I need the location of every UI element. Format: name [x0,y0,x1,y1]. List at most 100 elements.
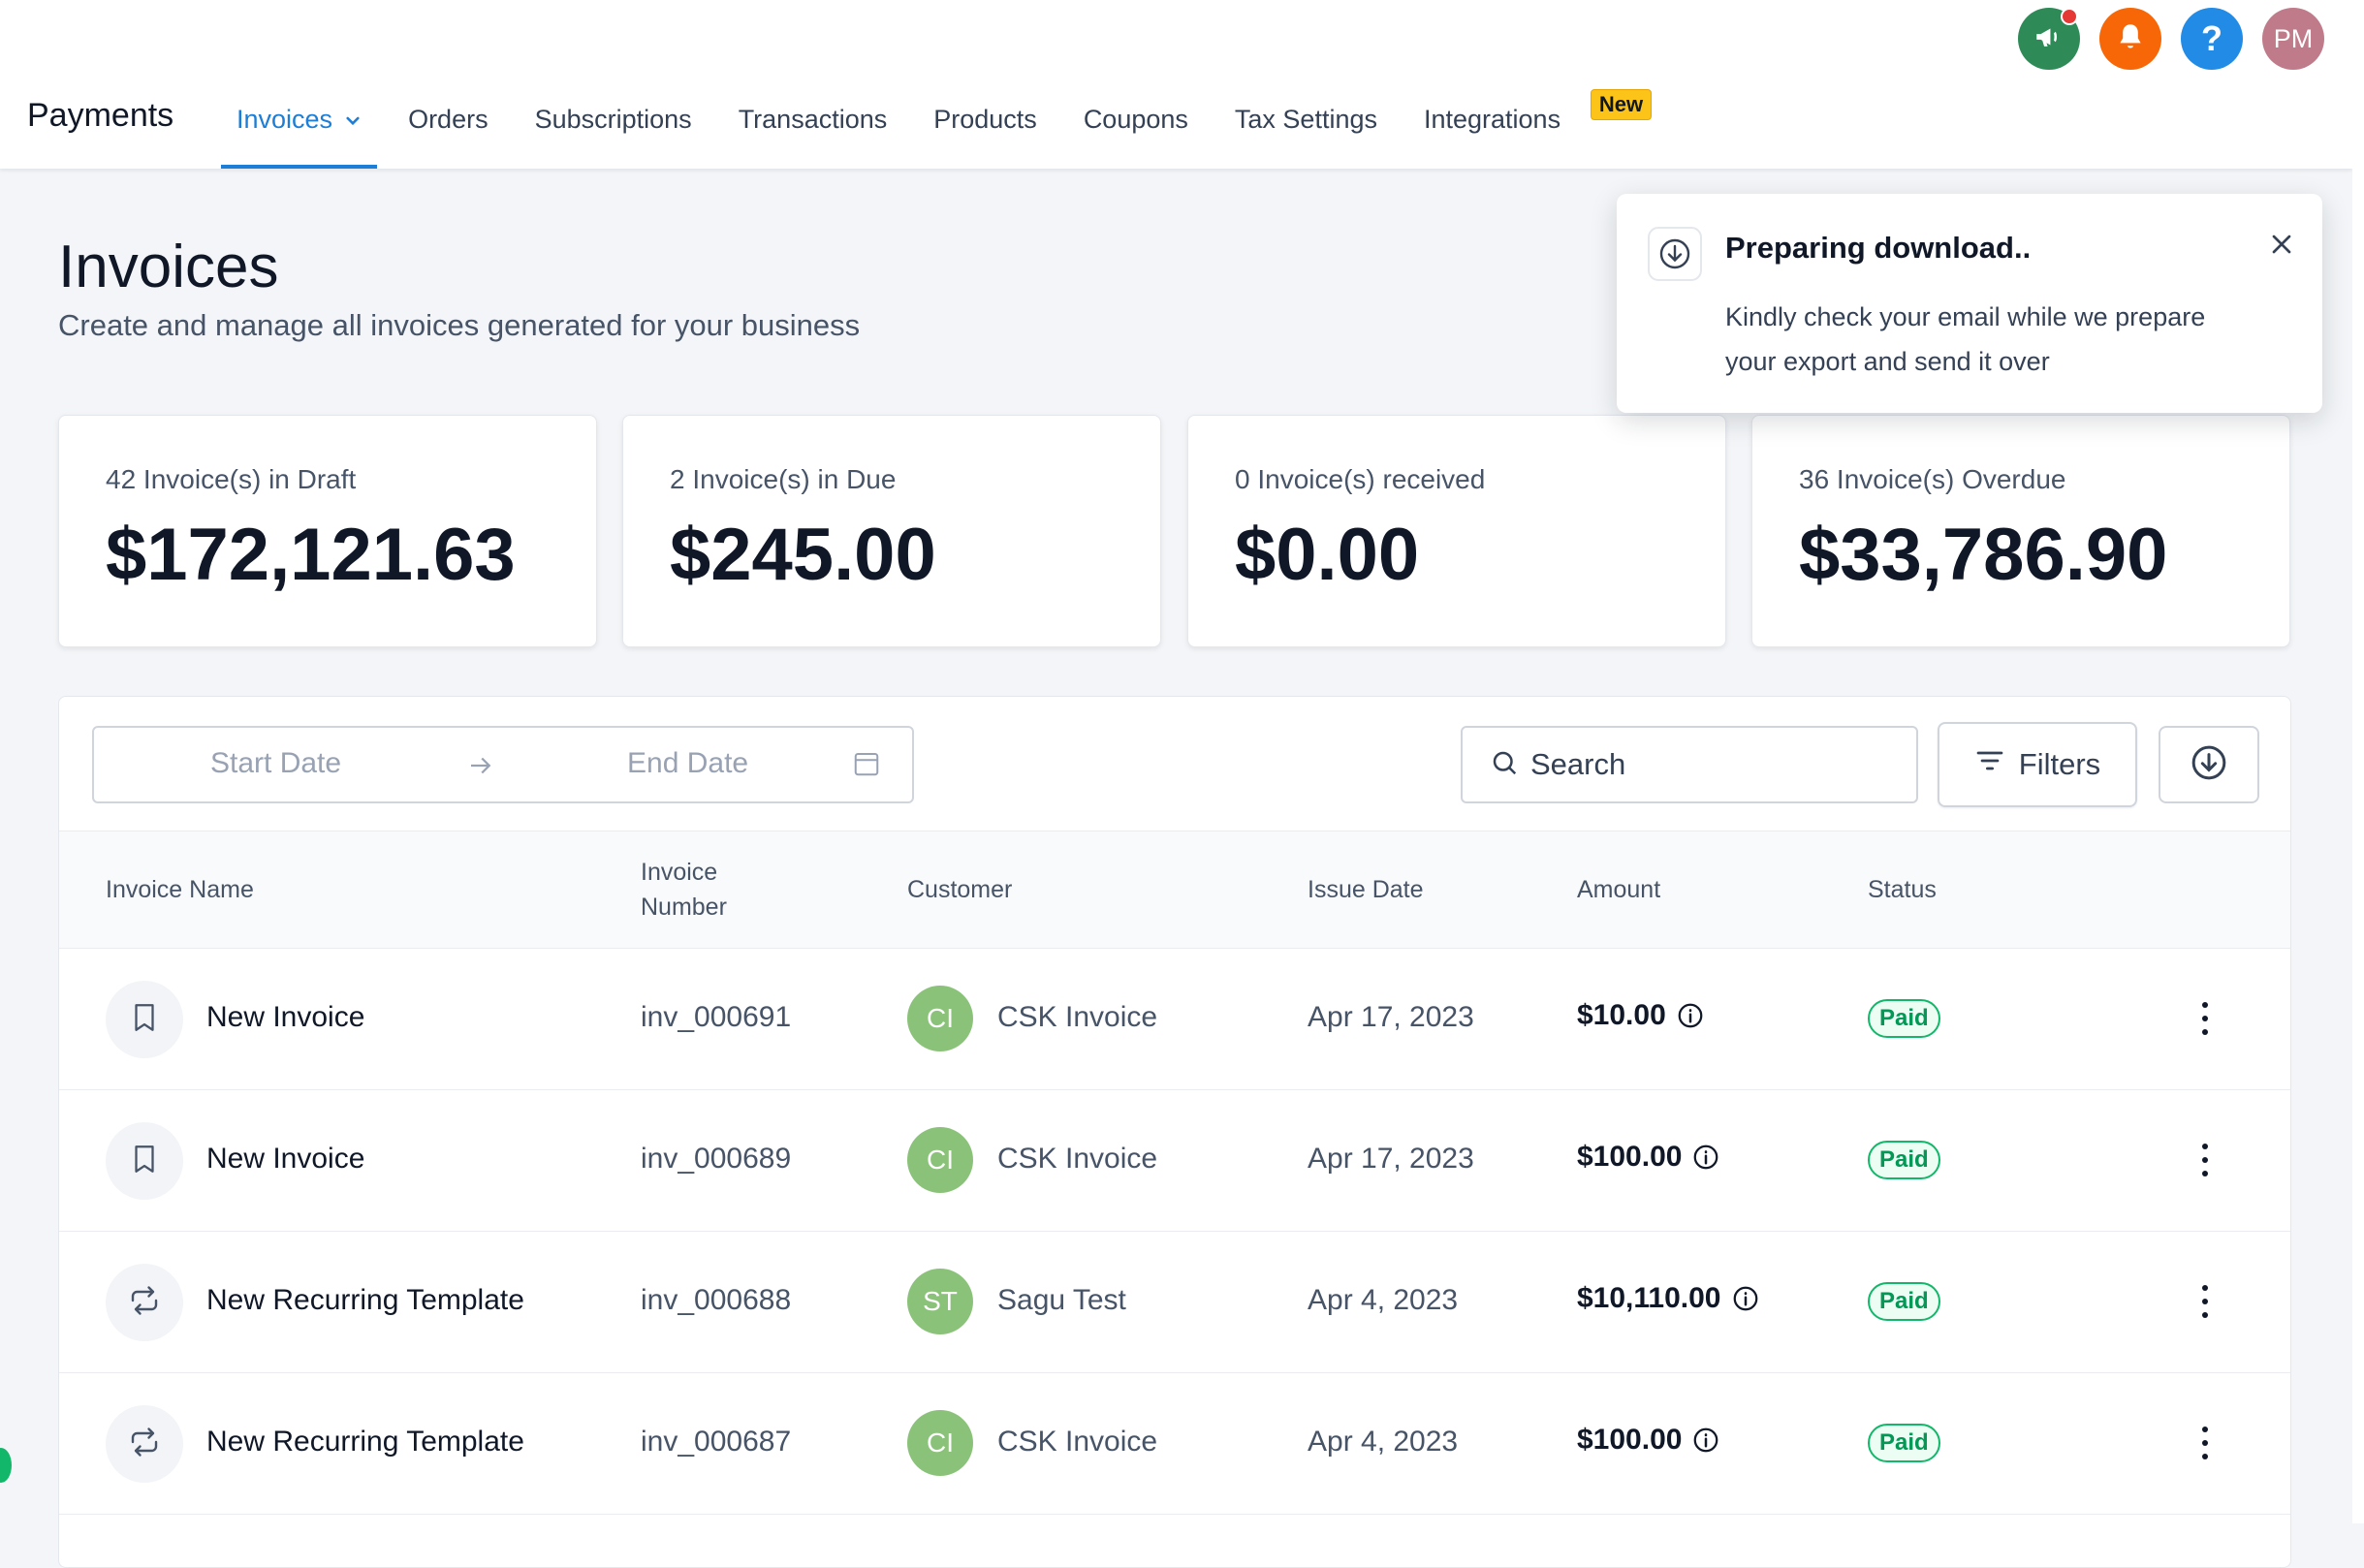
filters-label: Filters [2018,747,2101,781]
nav-coupons-label: Coupons [1083,105,1188,134]
toast-message: Kindly check your email while we prepare… [1725,295,2278,384]
end-date-input[interactable]: End Date [627,747,748,780]
table-row[interactable]: New Recurring Template inv_000687 CI CSK… [59,1373,2290,1515]
stat-label: 2 Invoice(s) in Due [670,464,897,494]
amount-value: $10.00 [1577,999,1666,1031]
row-menu-button[interactable] [2197,1416,2213,1475]
info-icon[interactable] [1731,1284,1760,1313]
widget-launcher[interactable] [0,1448,12,1483]
col-invoice-number: Invoice Number [641,859,727,921]
stat-card-overdue: 36 Invoice(s) Overdue $33,786.90 [1751,415,2290,647]
receipt-icon [128,1001,161,1039]
stat-card-received: 0 Invoice(s) received $0.00 [1187,415,1726,647]
customer-name: CSK Invoice [997,1426,1158,1458]
stat-label: 0 Invoice(s) received [1235,464,1486,494]
customer-name: CSK Invoice [997,1001,1158,1033]
stat-value: $33,786.90 [1799,514,2168,596]
info-icon[interactable] [1691,1143,1720,1172]
nav-coupons[interactable]: Coupons [1068,89,1204,169]
amount-value: $100.00 [1577,1141,1683,1173]
issue-date: Apr 17, 2023 [1308,1143,1474,1175]
help-icon: ? [2201,18,2222,58]
invoice-number: inv_000687 [641,1426,792,1458]
row-menu-button[interactable] [2197,991,2213,1051]
invoice-name[interactable]: New Recurring Template [206,1284,524,1317]
calendar-icon [852,749,881,783]
kebab-icon [2202,1002,2208,1035]
kebab-icon [2202,1427,2208,1459]
amount-value: $10,110.00 [1577,1282,1721,1314]
notification-dot [2061,8,2078,25]
nav-integrations[interactable]: Integrations New [1408,89,1653,169]
announcements-button[interactable] [2018,8,2080,70]
recurring-icon [127,1283,162,1323]
issue-date: Apr 4, 2023 [1308,1426,1459,1458]
stat-value: $172,121.63 [106,514,516,596]
info-icon[interactable] [1691,1426,1720,1455]
invoice-number: inv_000688 [641,1284,792,1316]
start-date-input[interactable]: Start Date [210,747,341,780]
date-range-picker[interactable]: Start Date End Date [92,726,914,803]
col-status: Status [1868,876,1937,903]
download-button[interactable] [2159,726,2259,803]
nav-transactions-label: Transactions [738,105,888,134]
amount-cell: $100.00 [1577,1141,1720,1174]
filters-button[interactable]: Filters [1938,722,2137,807]
nav-invoices[interactable]: Invoices [221,89,378,169]
top-bar: Payments Invoices Orders Subscriptions T… [0,0,2352,169]
notifications-button[interactable] [2099,8,2161,70]
table-row[interactable]: New Invoice inv_000691 CI CSK Invoice Ap… [59,949,2290,1090]
toast-line: Kindly check your email while we prepare [1725,302,2206,331]
search-placeholder: Search [1530,747,1626,781]
main-nav: Invoices Orders Subscriptions Transactio… [221,89,1653,169]
megaphone-icon [2033,20,2065,58]
customer-avatar: CI [907,1410,973,1476]
arrow-right-icon [466,751,495,785]
page-subtitle: Create and manage all invoices generated… [58,308,861,342]
status-badge: Paid [1868,999,1940,1038]
invoice-number: inv_000691 [641,1001,792,1033]
issue-date: Apr 17, 2023 [1308,1001,1474,1033]
help-button[interactable]: ? [2181,8,2243,70]
stat-value: $0.00 [1235,514,1420,596]
issue-date: Apr 4, 2023 [1308,1284,1459,1316]
nav-products[interactable]: Products [918,89,1053,169]
table-header: Invoice Name Invoice Number Customer Iss… [59,831,2290,949]
invoice-icon-wrap [106,981,183,1058]
nav-subscriptions[interactable]: Subscriptions [520,89,708,169]
amount-cell: $10,110.00 [1577,1282,1760,1315]
nav-tax-settings-label: Tax Settings [1234,105,1377,134]
invoices-table-card: Start Date End Date Search Filters Invoi… [58,696,2291,1568]
info-icon[interactable] [1676,1001,1705,1030]
search-input[interactable]: Search [1461,726,1918,803]
nav-transactions[interactable]: Transactions [723,89,903,169]
user-avatar[interactable]: PM [2262,8,2324,70]
invoice-name[interactable]: New Recurring Template [206,1426,524,1458]
customer-avatar: ST [907,1269,973,1334]
invoice-number: inv_000689 [641,1143,792,1175]
stat-label: 36 Invoice(s) Overdue [1799,464,2066,494]
recurring-icon-wrap [106,1264,183,1341]
customer-name: CSK Invoice [997,1143,1158,1175]
nav-products-label: Products [933,105,1037,134]
new-badge: New [1590,89,1653,120]
receipt-icon [128,1143,161,1180]
nav-tax-settings[interactable]: Tax Settings [1219,89,1393,169]
filter-icon [1974,745,2005,784]
invoice-name[interactable]: New Invoice [206,1001,364,1034]
download-icon [2190,743,2228,787]
row-menu-button[interactable] [2197,1133,2213,1192]
stat-card-due: 2 Invoice(s) in Due $245.00 [622,415,1161,647]
stat-value: $245.00 [670,514,936,596]
invoice-name[interactable]: New Invoice [206,1143,364,1176]
nav-orders[interactable]: Orders [393,89,504,169]
customer-name: Sagu Test [997,1284,1126,1316]
nav-integrations-label: Integrations [1423,105,1561,134]
close-icon[interactable] [2266,229,2297,265]
customer-avatar: CI [907,986,973,1051]
row-menu-button[interactable] [2197,1274,2213,1333]
table-row[interactable]: New Recurring Template inv_000688 ST Sag… [59,1232,2290,1373]
status-badge: Paid [1868,1282,1940,1321]
table-row[interactable]: New Invoice inv_000689 CI CSK Invoice Ap… [59,1090,2290,1232]
page-edge [2352,0,2364,1523]
